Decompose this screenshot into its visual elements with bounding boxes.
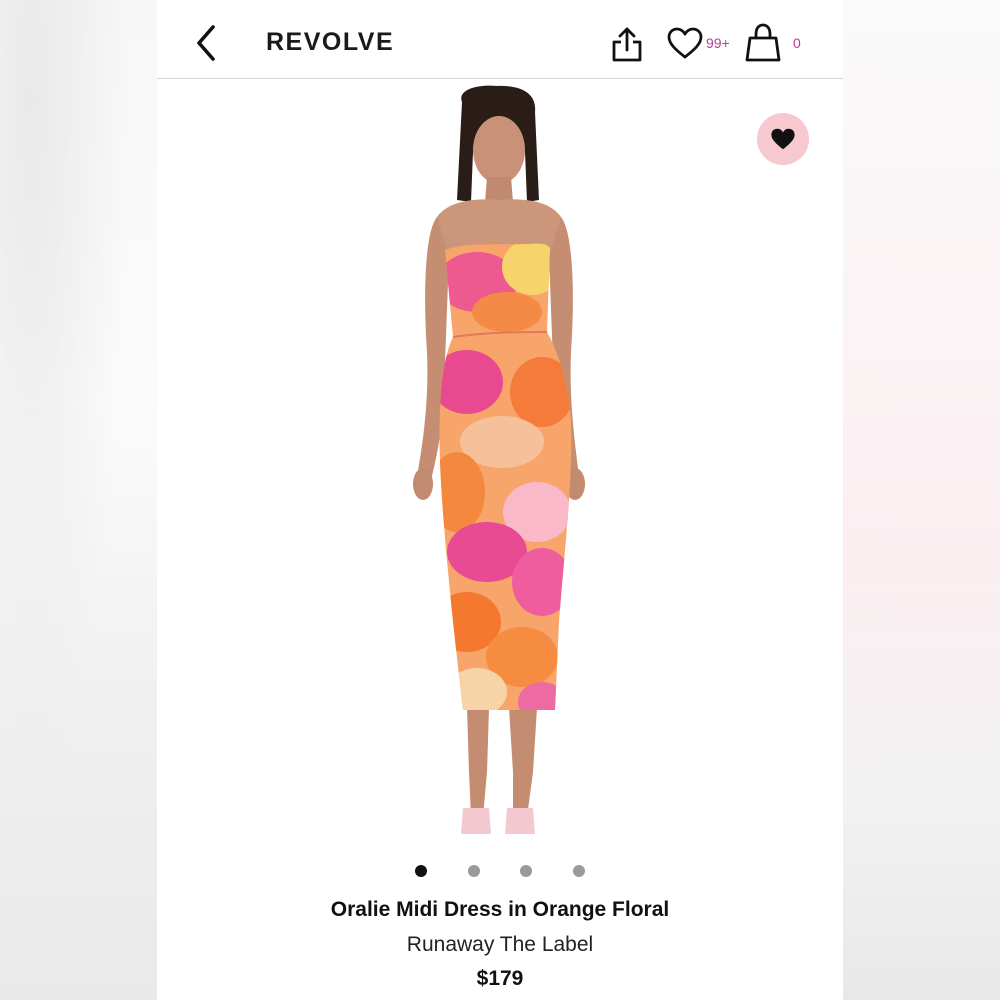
bag-count-badge: 0: [793, 35, 801, 51]
shopping-bag-button[interactable]: [743, 22, 783, 64]
wishlist-count-badge: 99+: [706, 35, 730, 51]
back-chevron-icon: [197, 25, 215, 61]
share-button[interactable]: [609, 24, 645, 64]
product-price: $179: [476, 967, 524, 990]
product-title: Oralie Midi Dress in Orange Floral: [330, 898, 670, 921]
favorite-button[interactable]: [757, 113, 809, 165]
shopping-bag-icon: [745, 23, 781, 62]
image-pager: [415, 864, 585, 878]
back-button[interactable]: [189, 22, 223, 64]
heart-outline-icon: [667, 27, 703, 59]
heart-filled-icon: [771, 128, 795, 150]
brand-logo[interactable]: REVOLVE: [266, 28, 394, 57]
pager-dot-2[interactable]: [467, 865, 480, 877]
background-left: [0, 0, 157, 1000]
pager-dot-1[interactable]: [415, 865, 427, 877]
pager-dot-3[interactable]: [520, 865, 533, 877]
product-page: REVOLVE 99+ 0 Oralie Midi Dress in Orang…: [157, 0, 843, 1000]
product-image[interactable]: [337, 82, 667, 852]
product-brand[interactable]: Runaway The Label: [157, 933, 843, 957]
background-right: [843, 0, 1000, 1000]
wishlist-button[interactable]: [665, 24, 705, 62]
pager-dot-4[interactable]: [572, 865, 585, 877]
top-bar: REVOLVE 99+ 0: [157, 0, 843, 79]
share-icon: [612, 27, 642, 62]
